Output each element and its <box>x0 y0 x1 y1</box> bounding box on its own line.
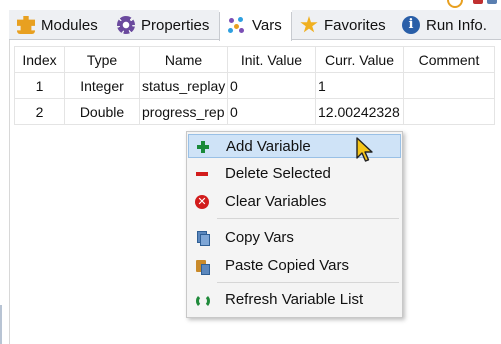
table-row[interactable]: 2 Double progress_rep 0 12.00242328 <box>14 98 495 125</box>
star-icon <box>300 16 318 33</box>
cell-init-value[interactable]: 0 <box>227 98 316 125</box>
column-header-init-value[interactable]: Init. Value <box>227 46 316 73</box>
menu-item-label: Delete Selected <box>225 165 331 182</box>
cell-comment[interactable] <box>403 98 495 125</box>
menu-item-label: Copy Vars <box>225 229 294 246</box>
tab-label: Favorites <box>324 16 386 34</box>
toolbar-icon-b[interactable] <box>473 0 483 4</box>
menu-item-label: Clear Variables <box>225 193 327 210</box>
menu-item-label: Add Variable <box>226 138 311 155</box>
left-edge-scrollbar[interactable] <box>0 305 2 344</box>
menu-separator <box>217 282 399 283</box>
cell-curr-value[interactable]: 1 <box>315 72 404 99</box>
menu-item-clear-variables[interactable]: ✕ Clear Variables <box>188 190 401 214</box>
clear-icon: ✕ <box>195 195 209 209</box>
tab-properties[interactable]: Properties <box>109 10 219 40</box>
paste-icon <box>194 258 210 275</box>
tab-favorites[interactable]: Favorites <box>292 10 394 40</box>
mouse-cursor-icon <box>356 137 373 162</box>
table-header-row: Index Type Name Init. Value Curr. Value … <box>14 46 495 73</box>
cell-name[interactable]: status_replay <box>139 72 228 99</box>
toolbar-icons-strip <box>411 0 501 8</box>
tab-bar: Modules Properties Vars Favorites i Run … <box>9 10 501 41</box>
tab-label: Properties <box>141 16 210 34</box>
column-header-comment[interactable]: Comment <box>403 46 495 73</box>
gear-icon <box>117 16 135 34</box>
column-header-curr-value[interactable]: Curr. Value <box>315 46 404 73</box>
tab-label: Run Info. <box>426 16 487 34</box>
puzzle-icon <box>17 16 35 34</box>
toolbar-icon-a[interactable] <box>447 0 463 8</box>
cell-type[interactable]: Integer <box>64 72 140 99</box>
menu-item-delete-selected[interactable]: Delete Selected <box>188 162 401 186</box>
toolbar-icon-c[interactable] <box>487 0 497 4</box>
column-header-index[interactable]: Index <box>14 46 65 73</box>
remove-icon <box>194 166 210 182</box>
copy-icon <box>194 230 210 246</box>
column-header-type[interactable]: Type <box>64 46 140 73</box>
menu-item-paste-copied-vars[interactable]: Paste Copied Vars <box>188 254 401 278</box>
variables-table: Index Type Name Init. Value Curr. Value … <box>14 46 495 125</box>
tab-label: Vars <box>252 17 282 34</box>
tab-vars[interactable]: Vars <box>219 10 292 41</box>
menu-item-label: Refresh Variable List <box>225 291 364 308</box>
cell-comment[interactable] <box>403 72 495 99</box>
menu-separator <box>217 218 399 219</box>
left-border <box>9 40 10 344</box>
table-row[interactable]: 1 Integer status_replay 0 1 <box>14 72 495 99</box>
menu-item-copy-vars[interactable]: Copy Vars <box>188 226 401 250</box>
menu-item-label: Paste Copied Vars <box>225 257 349 274</box>
tab-run-info[interactable]: i Run Info. <box>394 10 501 40</box>
cell-type[interactable]: Double <box>64 98 140 125</box>
dots-icon <box>228 16 246 35</box>
cell-curr-value[interactable]: 12.00242328 <box>315 98 404 125</box>
menu-item-refresh-variable-list[interactable]: Refresh Variable List <box>188 288 401 312</box>
add-icon <box>195 139 211 155</box>
cell-init-value[interactable]: 0 <box>227 72 316 99</box>
info-icon: i <box>402 16 420 34</box>
tab-modules[interactable]: Modules <box>9 10 109 40</box>
cell-name[interactable]: progress_rep <box>139 98 228 125</box>
refresh-icon <box>196 294 210 308</box>
variables-table-container: Index Type Name Init. Value Curr. Value … <box>14 46 495 125</box>
cell-index[interactable]: 1 <box>14 72 65 99</box>
cell-index[interactable]: 2 <box>14 98 65 125</box>
column-header-name[interactable]: Name <box>139 46 228 73</box>
tab-label: Modules <box>41 16 98 34</box>
